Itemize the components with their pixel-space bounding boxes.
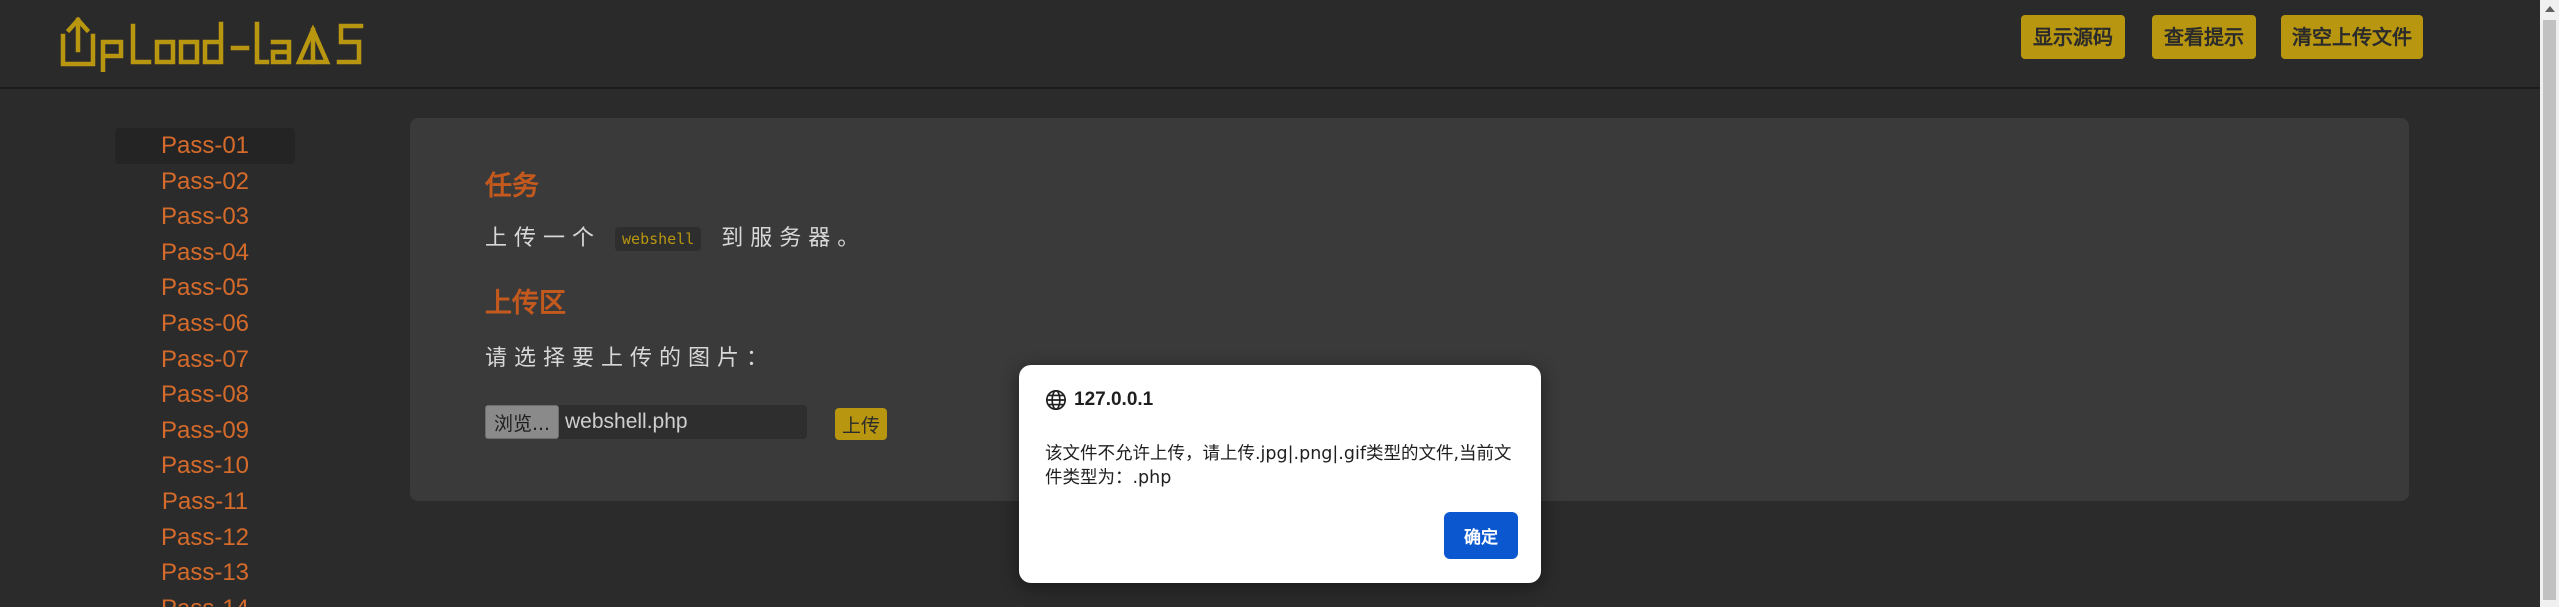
clear-uploads-button[interactable]: 清空上传文件 [2281,15,2423,59]
vertical-scrollbar[interactable] [2540,0,2559,607]
dialog-origin: 127.0.0.1 [1074,389,1154,410]
webshell-code-tag: webshell [615,227,702,251]
sidebar-item-pass-13[interactable]: Pass-13 [115,555,295,591]
sidebar-item-pass-07[interactable]: Pass-07 [115,342,295,378]
task-description: 上传一个 webshell 到服务器。 [485,220,866,252]
sidebar-item-pass-02[interactable]: Pass-02 [115,164,295,200]
task-text-after: 到服务器。 [721,226,867,251]
selected-file-name: webshell.php [565,410,688,433]
file-input[interactable]: 浏览... webshell.php [485,405,807,439]
sidebar: Pass-01 Pass-02 Pass-03 Pass-04 Pass-05 … [115,128,295,607]
alert-dialog: 127.0.0.1 该文件不允许上传，请上传.jpg|.png|.gif类型的文… [1019,365,1541,583]
sidebar-item-pass-05[interactable]: Pass-05 [115,270,295,306]
upload-prompt: 请选择要上传的图片： [485,346,776,371]
dialog-message: 该文件不允许上传，请上传.jpg|.png|.gif类型的文件,当前文件类型为：… [1045,444,1512,488]
upload-title: 上传区 [485,288,566,319]
sidebar-item-pass-06[interactable]: Pass-06 [115,306,295,342]
sidebar-item-pass-14[interactable]: Pass-14 [115,591,295,607]
page: 显示源码 查看提示 清空上传文件 Pass-01 Pass-02 Pass-03… [0,0,2559,607]
sidebar-item-pass-01[interactable]: Pass-01 [115,128,295,164]
task-text-before: 上传一个 [485,226,602,251]
ok-button[interactable]: 确定 [1444,512,1518,559]
sidebar-item-pass-03[interactable]: Pass-03 [115,199,295,235]
sidebar-item-pass-12[interactable]: Pass-12 [115,520,295,556]
show-source-button[interactable]: 显示源码 [2021,15,2125,59]
sidebar-item-pass-10[interactable]: Pass-10 [115,448,295,484]
scroll-up-arrow-icon[interactable] [2540,0,2559,17]
sidebar-item-pass-11[interactable]: Pass-11 [115,484,295,520]
view-hint-button[interactable]: 查看提示 [2152,15,2256,59]
dialog-header: 127.0.0.1 [1045,389,1153,411]
sidebar-item-pass-08[interactable]: Pass-08 [115,377,295,413]
sidebar-item-pass-04[interactable]: Pass-04 [115,235,295,271]
browse-button[interactable]: 浏览... [485,405,559,439]
scrollbar-thumb[interactable] [2543,20,2556,600]
sidebar-item-pass-09[interactable]: Pass-09 [115,413,295,449]
upload-labs-logo[interactable] [57,14,402,72]
globe-icon [1046,390,1066,410]
header: 显示源码 查看提示 清空上传文件 [0,0,2540,89]
upload-button[interactable]: 上传 [835,408,887,440]
task-title: 任务 [485,171,539,202]
